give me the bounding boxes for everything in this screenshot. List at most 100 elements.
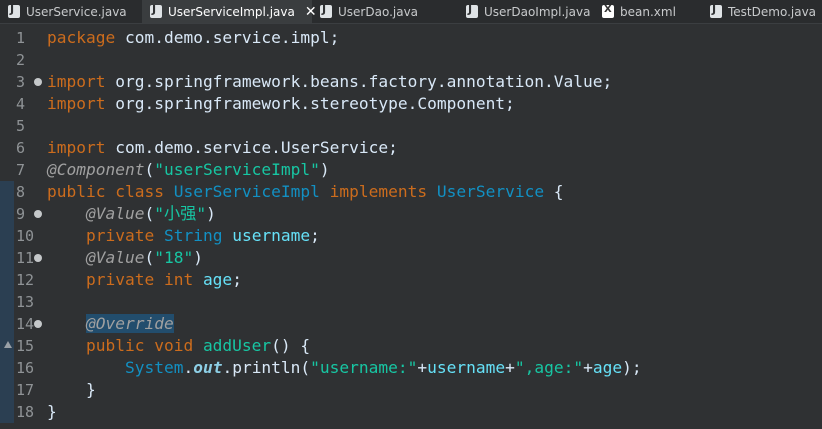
code-text: @Value("小强") — [47, 203, 216, 225]
tab-testdemo-java[interactable]: TestDemo.java — [702, 0, 822, 23]
tab-userservice-java[interactable]: UserService.java — [0, 0, 142, 23]
code-token: "小强" — [154, 204, 207, 223]
fold-toggle-icon[interactable] — [34, 78, 42, 86]
code-line[interactable]: 6 import com.demo.service.UserService; — [0, 137, 822, 159]
code-token: "18" — [154, 248, 194, 267]
code-token: } — [47, 380, 96, 399]
tab-label: UserService.java — [26, 4, 127, 19]
code-text: private String username; — [47, 225, 320, 247]
code-line[interactable]: 9 @Value("小强") — [0, 203, 822, 225]
code-text: import com.demo.service.UserService; — [47, 137, 398, 159]
code-line[interactable]: 4 import org.springframework.stereotype.C… — [0, 93, 822, 115]
line-number: 17 — [16, 381, 35, 399]
code-token: ) — [193, 248, 203, 267]
code-token: UserService — [436, 182, 545, 201]
java-file-icon — [466, 3, 478, 18]
code-token: public void — [85, 336, 194, 355]
tab-userserviceimpl-java[interactable]: UserServiceImpl.java✕ — [142, 0, 317, 23]
code-token: ) — [319, 160, 330, 179]
code-line[interactable]: 1 package com.demo.service.impl; — [0, 27, 822, 49]
code-line[interactable]: 14 @Override — [0, 313, 822, 335]
code-text: } — [47, 379, 96, 401]
code-token: import — [47, 138, 106, 157]
line-number: 12 — [16, 271, 35, 289]
tab-bean-xml[interactable]: bean.xml — [594, 0, 702, 23]
code-token: org.springframework.beans.factory.annota… — [105, 72, 613, 91]
code-line[interactable]: 8 public class UserServiceImpl implements… — [0, 181, 822, 203]
line-number: 16 — [16, 359, 35, 377]
tab-label: UserServiceImpl.java — [168, 4, 295, 19]
horizontal-scrollbar[interactable] — [0, 423, 822, 429]
line-number: 4 — [16, 95, 26, 113]
code-token: { — [544, 182, 564, 201]
code-text: public void addUser() { — [47, 335, 310, 357]
java-file-icon — [320, 3, 332, 18]
code-token: org.springframework.stereotype.Component… — [105, 94, 515, 113]
override-marker-icon — [4, 341, 12, 348]
code-token: () { — [271, 336, 311, 355]
code-token: ; — [310, 226, 320, 245]
code-line[interactable]: 10 private String username; — [0, 225, 822, 247]
code-line[interactable]: 3 import org.springframework.beans.factor… — [0, 71, 822, 93]
code-line[interactable]: 12 private int age; — [0, 269, 822, 291]
code-token: package — [47, 28, 116, 47]
code-text: public class UserServiceImpl implements … — [47, 181, 564, 203]
code-token: import — [47, 72, 106, 91]
code-token: @Override — [85, 314, 174, 333]
code-token: + — [505, 358, 515, 377]
code-token: ( — [144, 160, 155, 179]
code-token: .println( — [222, 358, 311, 377]
code-token: username — [427, 358, 506, 377]
line-number: 18 — [16, 403, 35, 421]
code-token: @Value — [85, 248, 145, 267]
code-line[interactable]: 16 System.out.println("username:"+userna… — [0, 357, 822, 379]
line-number: 1 — [16, 29, 26, 47]
code-token: username — [232, 226, 311, 245]
code-text: @Value("18") — [47, 247, 203, 269]
code-token: . — [183, 358, 194, 377]
code-token: age — [202, 270, 233, 289]
line-number: 6 — [16, 139, 26, 157]
fold-toggle-icon[interactable] — [34, 320, 42, 328]
tab-userdao-java[interactable]: UserDao.java — [312, 0, 458, 23]
code-text: import org.springframework.stereotype.Co… — [47, 93, 515, 115]
code-line[interactable]: 11 @Value("18") — [0, 247, 822, 269]
code-token: com.demo.service.UserService; — [105, 138, 398, 157]
code-token: + — [583, 358, 593, 377]
code-token: @Value — [85, 204, 145, 223]
xml-file-icon — [602, 4, 614, 18]
line-number: 7 — [16, 161, 26, 179]
code-text: } — [47, 401, 57, 423]
code-line[interactable]: 18} — [0, 401, 822, 423]
tab-userdaoimpl-java[interactable]: UserDaoImpl.java — [458, 0, 594, 23]
code-token: + — [417, 358, 428, 377]
java-file-icon — [710, 3, 722, 18]
code-line[interactable]: 2 — [0, 49, 822, 71]
fold-toggle-icon[interactable] — [34, 254, 42, 262]
code-token: age — [592, 358, 623, 377]
code-lines[interactable]: 1 package com.demo.service.impl; 2 3 import … — [0, 27, 822, 423]
line-number: 8 — [16, 183, 26, 201]
line-number: 2 — [16, 51, 26, 69]
code-line[interactable]: 17 } — [0, 379, 822, 401]
code-editor[interactable]: 1 package com.demo.service.impl; 2 3 import … — [0, 24, 822, 429]
code-line[interactable]: 5 — [0, 115, 822, 137]
code-token: System — [124, 358, 184, 377]
code-token: implements — [329, 182, 428, 201]
code-line[interactable]: 15 public void addUser() { — [0, 335, 822, 357]
code-line[interactable]: 13 — [0, 291, 822, 313]
code-line[interactable]: 7 @Component("userServiceImpl") — [0, 159, 822, 181]
fold-toggle-icon[interactable] — [34, 210, 42, 218]
code-token: @Component — [47, 160, 145, 179]
